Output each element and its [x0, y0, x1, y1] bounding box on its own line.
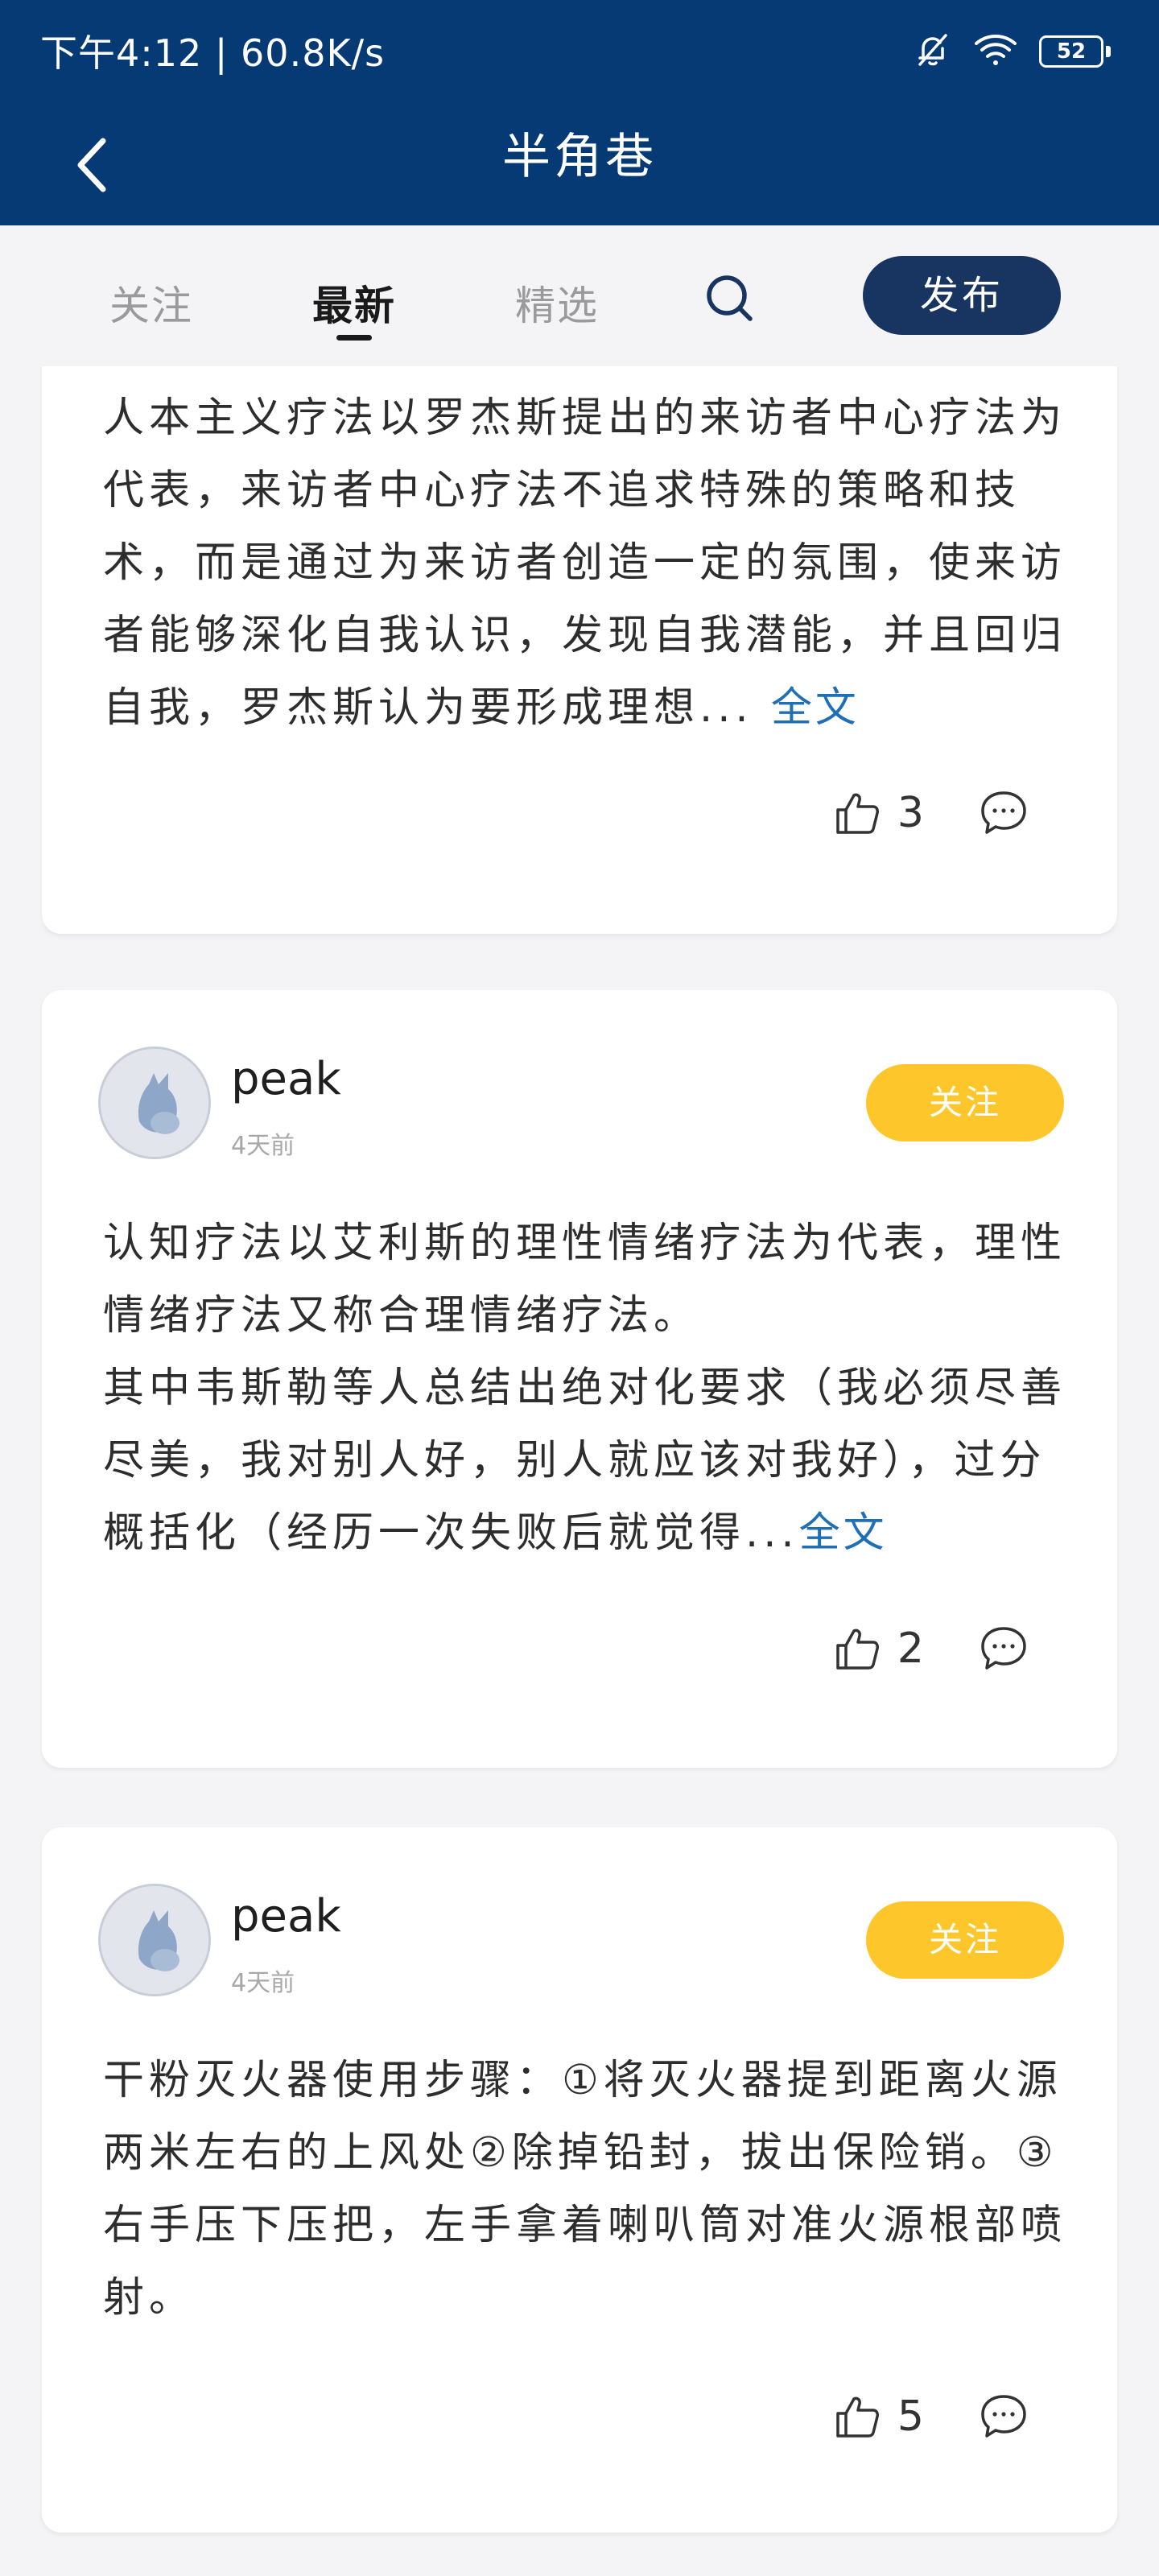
thumbs-up-icon — [836, 2396, 879, 2438]
page-title: 半角巷 — [502, 129, 657, 185]
bell-off-icon — [914, 31, 952, 72]
post-actions: 5 — [833, 2384, 1030, 2449]
like-count: 5 — [897, 2392, 924, 2441]
comment-icon[interactable] — [977, 786, 1030, 840]
post-content: 人本主义疗法以罗杰斯提出的来访者中心疗法为代表，来访者中心疗法不追求特殊的策略和… — [103, 382, 1069, 745]
like-button[interactable]: 3 — [833, 789, 977, 837]
post-text: 人本主义疗法以罗杰斯提出的来访者中心疗法为代表，来访者中心疗法不追求特殊的策略和… — [103, 394, 1067, 732]
post-time: 4天前 — [231, 1132, 295, 1160]
read-full-link[interactable]: 全文 — [771, 684, 860, 732]
post-author: peak 4天前 关注 — [98, 1884, 1064, 1997]
post-content: 干粉灭火器使用步骤：①将灭火器提到距离火源两米左右的上风处②除掉铅封，拔出保险销… — [103, 2045, 1069, 2334]
post-card: peak 4天前 关注 认知疗法以艾利斯的理性情绪疗法为代表，理性情绪疗法又称合… — [42, 990, 1117, 1768]
thumbs-up-icon — [836, 1629, 879, 1670]
wifi-icon — [973, 31, 1018, 72]
status-icons: 52 — [914, 31, 1111, 72]
battery-icon: 52 — [1039, 35, 1111, 68]
like-button[interactable]: 2 — [833, 1624, 977, 1673]
avatar[interactable] — [98, 1046, 211, 1159]
publish-button[interactable]: 发布 — [863, 256, 1061, 335]
status-bar: 下午4:12 | 60.8K/s 52 — [0, 0, 1159, 105]
read-full-link[interactable]: 全文 — [799, 1509, 888, 1557]
tab-latest-label: 最新 — [312, 283, 396, 329]
post-text: 认知疗法以艾利斯的理性情绪疗法为代表，理性情绪疗法又称合理情绪疗法。 其中韦斯勒… — [103, 1220, 1067, 1557]
search-icon — [707, 275, 753, 321]
author-name[interactable]: peak — [231, 1053, 341, 1105]
follow-button[interactable]: 关注 — [866, 1064, 1064, 1141]
cat-avatar-icon — [101, 1886, 208, 1994]
post-card: peak 4天前 关注 干粉灭火器使用步骤：①将灭火器提到距离火源两米左右的上风… — [42, 1827, 1117, 2533]
post-card: 人本主义疗法以罗杰斯提出的来访者中心疗法为代表，来访者中心疗法不追求特殊的策略和… — [42, 366, 1117, 934]
cat-avatar-icon — [101, 1049, 208, 1157]
post-actions: 3 — [833, 781, 1030, 845]
follow-button[interactable]: 关注 — [866, 1901, 1064, 1979]
post-author: peak 4天前 关注 — [98, 1046, 1064, 1160]
tab-bar: 关注 最新 精选 发布 — [0, 225, 1159, 366]
avatar[interactable] — [98, 1884, 211, 1996]
tab-active-indicator — [336, 335, 372, 341]
status-time-speed: 下午4:12 | 60.8K/s — [40, 31, 386, 75]
post-feed[interactable]: 人本主义疗法以罗杰斯提出的来访者中心疗法为代表，来访者中心疗法不追求特殊的策略和… — [0, 366, 1159, 2576]
tab-featured[interactable]: 精选 — [515, 274, 599, 332]
post-content: 认知疗法以艾利斯的理性情绪疗法为代表，理性情绪疗法又称合理情绪疗法。 其中韦斯勒… — [103, 1208, 1069, 1570]
post-actions: 2 — [833, 1616, 1030, 1681]
tab-latest[interactable]: 最新 — [312, 274, 396, 341]
post-time: 4天前 — [231, 1969, 295, 1997]
comment-icon[interactable] — [977, 1622, 1030, 1675]
tab-following[interactable]: 关注 — [109, 274, 193, 332]
battery-level: 52 — [1039, 35, 1103, 68]
author-name[interactable]: peak — [231, 1890, 341, 1942]
search-button[interactable] — [702, 270, 758, 327]
title-bar: 半角巷 — [0, 105, 1159, 225]
comment-icon[interactable] — [977, 2390, 1030, 2443]
like-count: 2 — [897, 1624, 924, 1673]
like-button[interactable]: 5 — [833, 2392, 977, 2441]
thumbs-up-icon — [836, 793, 879, 834]
like-count: 3 — [897, 789, 924, 837]
post-text: 干粉灭火器使用步骤：①将灭火器提到距离火源两米左右的上风处②除掉铅封，拔出保险销… — [103, 2057, 1067, 2322]
